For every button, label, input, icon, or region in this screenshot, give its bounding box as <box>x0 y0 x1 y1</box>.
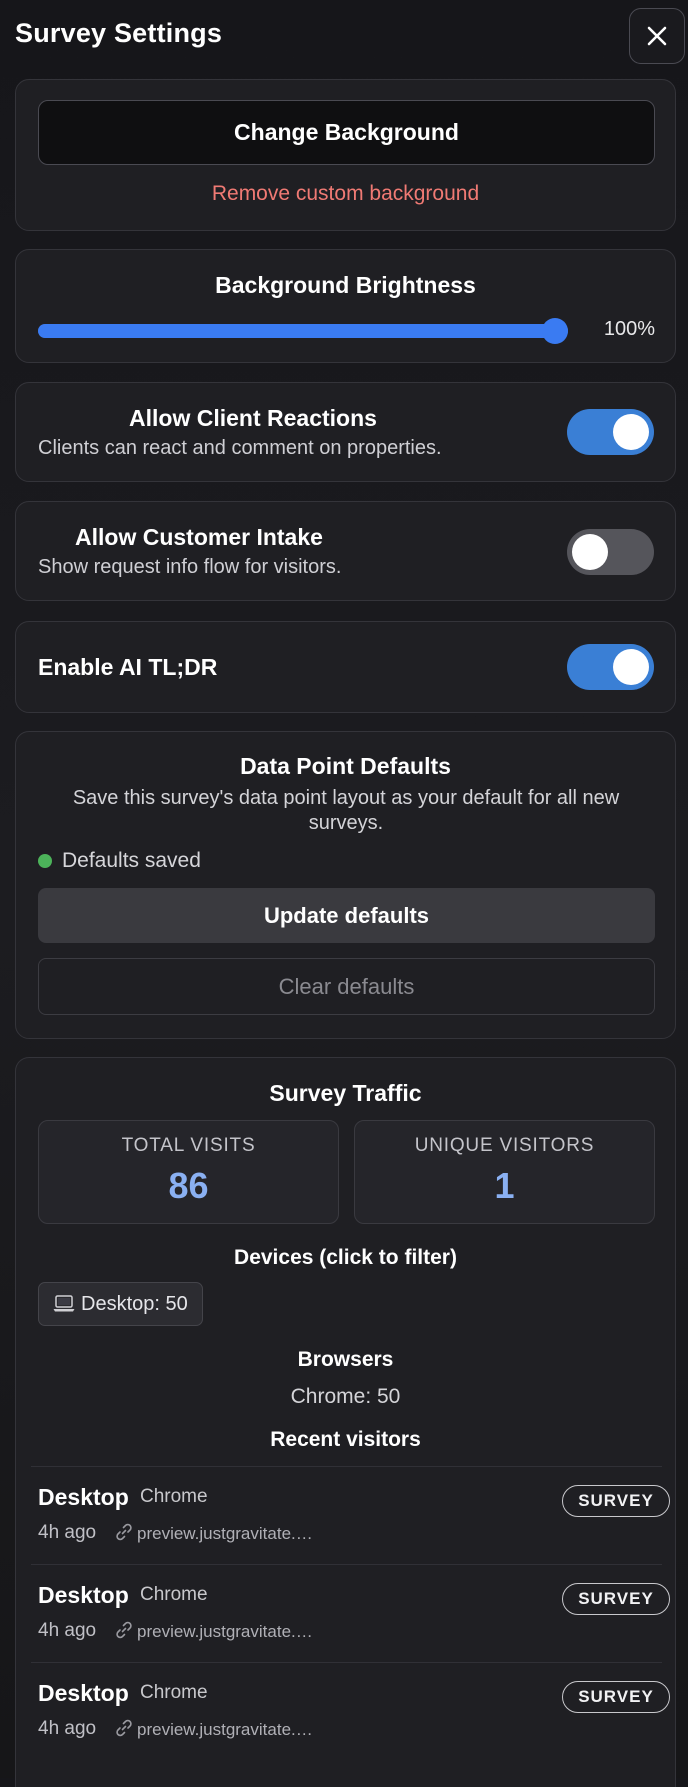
visitor-time: 4h ago <box>38 1620 97 1641</box>
visitor-url: preview.justgravitate.… <box>137 1524 313 1543</box>
survey-traffic-card: Survey Traffic TOTAL VISITS 86 UNIQUE VI… <box>15 1057 676 1787</box>
ai-tldr-title: Enable AI TL;DR <box>38 654 218 680</box>
change-background-button[interactable]: Change Background <box>38 100 655 165</box>
visitor-url: preview.justgravitate.… <box>137 1720 313 1739</box>
toggle-knob <box>572 534 608 570</box>
visitor-url: preview.justgravitate.… <box>137 1622 313 1641</box>
brightness-slider-fill <box>38 324 568 338</box>
data-point-defaults-card: Data Point Defaults Save this survey's d… <box>15 731 676 1039</box>
background-card: Change Background Remove custom backgrou… <box>15 79 676 231</box>
survey-badge: SURVEY <box>562 1583 670 1615</box>
total-visits-label: TOTAL VISITS <box>121 1135 256 1156</box>
description-line-2: surveys. <box>308 812 384 834</box>
laptop-icon <box>53 1295 75 1313</box>
customer-intake-description: Show request info flow for visitors. <box>38 556 342 578</box>
total-visits-value: 86 <box>168 1165 209 1206</box>
visitor-device: Desktop <box>38 1484 129 1510</box>
client-reactions-title: Allow Client Reactions <box>129 405 377 431</box>
link-icon <box>116 1523 132 1541</box>
recent-visitors-label: Recent visitors <box>270 1428 421 1451</box>
page-title: Survey Settings <box>15 18 223 48</box>
device-chip-label: Desktop: 50 <box>81 1292 188 1315</box>
link-icon <box>116 1719 132 1737</box>
visitor-browser: Chrome <box>140 1584 208 1605</box>
unique-visitors-box: UNIQUE VISITORS 1 <box>354 1120 655 1224</box>
brightness-value: 100% <box>603 318 655 340</box>
data-point-defaults-description: Save this survey's data point layout as … <box>46 786 646 836</box>
ai-tldr-card: Enable AI TL;DR <box>15 621 676 713</box>
visitor-browser: Chrome <box>140 1682 208 1703</box>
survey-traffic-title: Survey Traffic <box>269 1080 422 1106</box>
data-point-defaults-title: Data Point Defaults <box>240 753 451 779</box>
visitor-device: Desktop <box>38 1680 129 1706</box>
visitor-time: 4h ago <box>38 1718 97 1739</box>
survey-badge: SURVEY <box>562 1485 670 1517</box>
link-icon <box>116 1621 132 1639</box>
visitor-device: Desktop <box>38 1582 129 1608</box>
unique-visitors-label: UNIQUE VISITORS <box>414 1135 595 1156</box>
description-line-1: Save this survey's data point layout as … <box>72 787 620 809</box>
customer-intake-card: Allow Customer Intake Show request info … <box>15 501 676 601</box>
client-reactions-description: Clients can react and comment on propert… <box>38 437 442 459</box>
defaults-status: Defaults saved <box>38 849 201 873</box>
brightness-title: Background Brightness <box>215 272 476 298</box>
clear-defaults-button[interactable]: Clear defaults <box>38 958 655 1015</box>
close-icon <box>647 26 667 46</box>
devices-label: Devices (click to filter) <box>234 1246 457 1269</box>
customer-intake-title: Allow Customer Intake <box>75 524 323 550</box>
brightness-card: Background Brightness 100% <box>15 249 676 363</box>
brightness-slider-thumb[interactable] <box>542 318 568 344</box>
survey-badge: SURVEY <box>562 1681 670 1713</box>
visitor-row[interactable]: Desktop Chrome 4h ago preview.justgravit… <box>31 1466 670 1565</box>
visitor-time: 4h ago <box>38 1522 97 1543</box>
browsers-value: Chrome: 50 <box>290 1385 401 1408</box>
unique-visitors-value: 1 <box>494 1165 515 1206</box>
client-reactions-toggle[interactable] <box>567 409 654 455</box>
visitor-row[interactable]: Desktop Chrome 4h ago preview.justgravit… <box>31 1662 670 1761</box>
visitor-row[interactable]: Desktop Chrome 4h ago preview.justgravit… <box>31 1564 670 1663</box>
browsers-label: Browsers <box>297 1348 394 1371</box>
visitor-browser: Chrome <box>140 1486 208 1507</box>
client-reactions-card: Allow Client Reactions Clients can react… <box>15 382 676 482</box>
customer-intake-toggle[interactable] <box>567 529 654 575</box>
defaults-status-text: Defaults saved <box>62 849 201 872</box>
update-defaults-button[interactable]: Update defaults <box>38 888 655 943</box>
panel-header: Survey Settings <box>0 0 688 76</box>
total-visits-box: TOTAL VISITS 86 <box>38 1120 339 1224</box>
ai-tldr-toggle[interactable] <box>567 644 654 690</box>
toggle-knob <box>613 414 649 450</box>
status-dot-icon <box>38 854 52 868</box>
brightness-slider[interactable] <box>38 318 568 344</box>
device-filter-chip-desktop[interactable]: Desktop: 50 <box>38 1282 203 1326</box>
toggle-knob <box>613 649 649 685</box>
remove-background-link[interactable]: Remove custom background <box>16 182 675 206</box>
close-button[interactable] <box>629 8 685 64</box>
